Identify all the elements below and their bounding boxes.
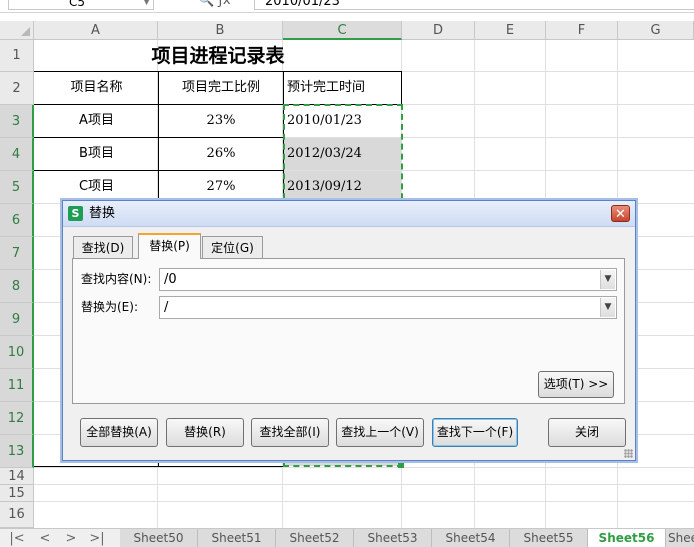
column-header-g[interactable]: G xyxy=(618,21,694,40)
tab-replace[interactable]: 替换(P) xyxy=(138,233,201,259)
row-header-2[interactable]: 2 xyxy=(0,72,34,105)
gridline xyxy=(34,501,694,502)
sheet-tab[interactable]: Sheet53 xyxy=(354,529,432,547)
row-header-9[interactable]: 9 xyxy=(0,303,34,336)
tab-goto[interactable]: 定位(G) xyxy=(202,236,263,258)
row-header-4[interactable]: 4 xyxy=(0,138,34,171)
sheet-tab[interactable]: Shee xyxy=(666,529,694,547)
find-input-value: /0 xyxy=(164,272,177,287)
table-border xyxy=(34,466,284,467)
find-next-button[interactable]: 查找下一个(F) xyxy=(432,418,518,447)
header-project-name[interactable]: 项目名称 xyxy=(35,72,158,104)
last-sheet-icon[interactable]: >| xyxy=(86,529,108,547)
next-sheet-icon[interactable]: > xyxy=(60,529,82,547)
table-border xyxy=(34,71,402,72)
sheet-tab-active[interactable]: Sheet56 xyxy=(588,529,666,547)
name-box-value: C5 xyxy=(69,0,86,9)
replace-button[interactable]: 替换(R) xyxy=(166,418,244,447)
chevron-down-icon[interactable]: ▼ xyxy=(143,0,150,11)
fx-icon[interactable]: 🔍 ƒx xyxy=(198,0,248,10)
spreadsheet-window: C5 ▼ 🔍 ƒx 2010/01/23 ABCDEFG 1 2 3 4 5 6 7 8 9 10… xyxy=(0,0,694,547)
column-header-c[interactable]: C xyxy=(283,21,402,40)
replace-input[interactable]: / ▼ xyxy=(159,296,617,319)
sheet-tab-bar: |< < > >| Sheet50 Sheet51 Sheet52 Sheet5… xyxy=(0,528,694,547)
row-header-10[interactable]: 10 xyxy=(0,336,34,369)
header-completion-ratio[interactable]: 项目完工比例 xyxy=(159,72,283,104)
replace-tab-panel: 查找内容(N): /0 ▼ 替换为(E): / ▼ 选项(T) >> xyxy=(72,258,625,404)
options-button[interactable]: 选项(T) >> xyxy=(538,371,614,398)
tab-find[interactable]: 查找(D) xyxy=(73,236,133,258)
cell-ratio-a[interactable]: 23% xyxy=(159,105,283,137)
cell-ratio-c[interactable]: 27% xyxy=(159,171,283,203)
cell-project-a[interactable]: A项目 xyxy=(35,105,158,137)
prev-sheet-icon[interactable]: < xyxy=(34,529,56,547)
column-header-a[interactable]: A xyxy=(34,21,158,40)
sheet-tab[interactable]: Sheet55 xyxy=(510,529,588,547)
row-header-6[interactable]: 6 xyxy=(0,204,34,237)
gridline xyxy=(34,467,694,468)
row-header-11[interactable]: 11 xyxy=(0,369,34,402)
table-border xyxy=(34,137,284,138)
find-label: 查找内容(N): xyxy=(81,272,152,286)
dialog-title-bar[interactable]: S 替换 ✕ xyxy=(63,201,635,227)
close-icon[interactable]: ✕ xyxy=(611,205,630,222)
cell-project-b[interactable]: B项目 xyxy=(35,138,158,170)
column-header-f[interactable]: F xyxy=(546,21,618,40)
resize-grip-icon[interactable] xyxy=(624,449,633,458)
table-border xyxy=(401,71,402,105)
fill-handle[interactable] xyxy=(398,462,404,468)
first-sheet-icon[interactable]: |< xyxy=(6,529,28,547)
formula-bar: C5 ▼ 🔍 ƒx 2010/01/23 xyxy=(0,0,694,13)
row-header-5[interactable]: 5 xyxy=(0,171,34,204)
cell-ratio-b[interactable]: 26% xyxy=(159,138,283,170)
replace-all-button[interactable]: 全部替换(A) xyxy=(80,418,158,447)
name-box[interactable]: C5 ▼ xyxy=(8,0,154,10)
replace-input-value: / xyxy=(164,300,169,315)
close-button[interactable]: 关闭 xyxy=(548,418,626,447)
chevron-down-icon[interactable]: ▼ xyxy=(600,298,615,317)
chevron-down-icon[interactable]: ▼ xyxy=(600,270,615,289)
row-header-7[interactable]: 7 xyxy=(0,237,34,270)
column-header-d[interactable]: D xyxy=(402,21,475,40)
row-header-15[interactable]: 15 xyxy=(0,485,34,502)
find-input[interactable]: /0 ▼ xyxy=(159,268,617,291)
dialog-title: 替换 xyxy=(89,206,116,221)
sheet-tab[interactable]: Sheet52 xyxy=(276,529,354,547)
table-border xyxy=(34,170,284,171)
row-header-8[interactable]: 8 xyxy=(0,270,34,303)
column-header-e[interactable]: E xyxy=(475,21,546,40)
formula-input[interactable]: 2010/01/23 xyxy=(254,0,694,10)
table-title[interactable]: 项目进程记录表 xyxy=(35,41,401,72)
row-header-1[interactable]: 1 xyxy=(0,40,34,72)
gridline xyxy=(34,484,694,485)
row-header-12[interactable]: 12 xyxy=(0,402,34,435)
replace-label: 替换为(E): xyxy=(81,300,138,314)
replace-dialog: S 替换 ✕ 查找(D) 替换(P) 定位(G) 查找内容(N): /0 ▼ 替… xyxy=(62,200,636,461)
sheet-tab[interactable]: Sheet54 xyxy=(432,529,510,547)
cell-project-c[interactable]: C项目 xyxy=(35,171,158,203)
sheet-tab[interactable]: Sheet50 xyxy=(120,529,198,547)
row-header-16[interactable]: 16 xyxy=(0,502,34,528)
row-header-13[interactable]: 13 xyxy=(0,435,34,468)
sheet-tab[interactable]: Sheet51 xyxy=(198,529,276,547)
row-header-3[interactable]: 3 xyxy=(0,105,34,138)
find-previous-button[interactable]: 查找上一个(V) xyxy=(336,418,424,447)
select-all-corner[interactable] xyxy=(0,21,34,40)
app-logo-icon: S xyxy=(68,206,83,221)
find-all-button[interactable]: 查找全部(I) xyxy=(251,418,329,447)
column-header-b[interactable]: B xyxy=(158,21,283,40)
header-expected-finish[interactable]: 预计完工时间 xyxy=(284,72,401,104)
row-header-14[interactable]: 14 xyxy=(0,468,34,485)
